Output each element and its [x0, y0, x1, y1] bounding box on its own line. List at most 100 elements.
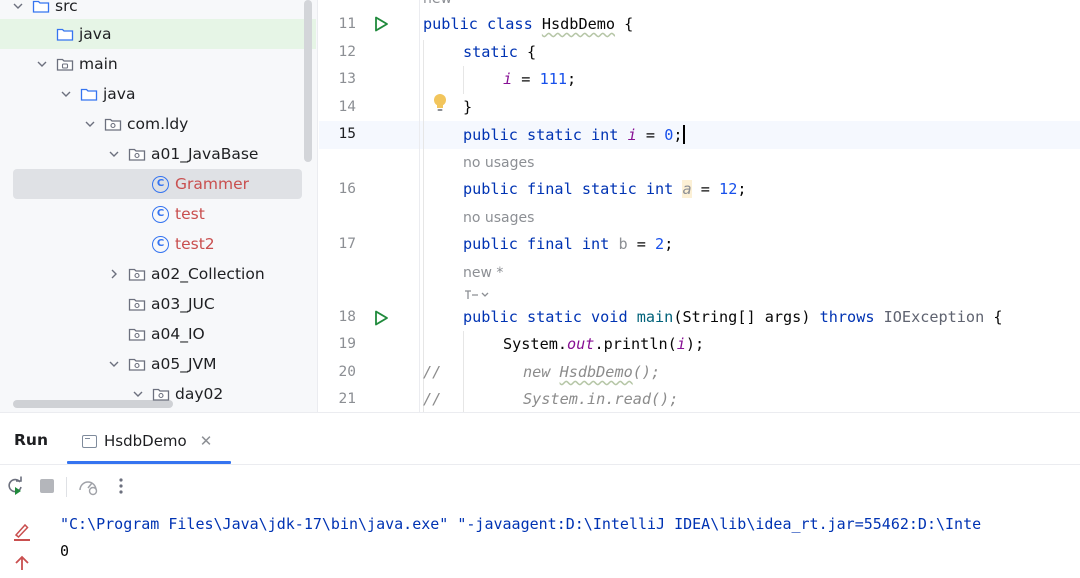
line-number: 21 — [338, 391, 356, 407]
inlay-hint-no-usages[interactable]: no usages — [463, 155, 534, 171]
more-vertical-icon — [119, 478, 123, 494]
run-tab-hsdbdemo[interactable]: HsdbDemo ✕ — [82, 429, 212, 453]
tree-item-label: java — [103, 85, 136, 103]
tree-item-test[interactable]: C test — [0, 199, 316, 229]
close-icon[interactable]: ✕ — [200, 432, 213, 450]
tree-item-a01-javabase[interactable]: a01_JavaBase — [0, 139, 316, 169]
run-config-icon — [82, 434, 97, 448]
inlay-hint-new-star[interactable]: new * — [463, 265, 503, 281]
more-options-button[interactable] — [110, 475, 132, 497]
tree-item-label: a03_JUC — [151, 295, 215, 313]
tree-item-label: day02 — [175, 385, 224, 403]
soft-wrap-button[interactable] — [12, 521, 32, 541]
pencil-icon — [14, 523, 30, 541]
console-output-line[interactable]: 0 — [60, 542, 69, 560]
authors-hint-icon[interactable] — [463, 287, 491, 303]
code-editor[interactable]: 11 12 13 14 15 16 17 18 19 20 21 new no … — [319, 0, 1080, 412]
run-class-icon[interactable] — [373, 16, 389, 32]
toolbar-divider — [66, 477, 67, 497]
tree-item-label: a04_IO — [151, 325, 205, 343]
code-line-14[interactable]: } — [463, 98, 472, 116]
tree-item-com-ldy[interactable]: com.ldy — [0, 109, 316, 139]
code-line-15[interactable]: public static int i = 0; — [463, 125, 685, 144]
tree-item-label: a01_JavaBase — [151, 145, 259, 163]
tree-item-label: test — [175, 205, 205, 223]
chevron-down-icon[interactable] — [10, 0, 26, 14]
folder-module-icon — [56, 56, 74, 72]
inlay-hint-no-usages[interactable]: no usages — [463, 210, 534, 226]
code-line-20[interactable]: new HsdbDemo(); — [523, 363, 660, 381]
class-icon: C — [152, 235, 169, 253]
current-line-highlight — [319, 121, 1080, 149]
inlay-hint-new[interactable]: new — [423, 0, 452, 7]
code-line-13[interactable]: i = 111; — [503, 70, 576, 88]
tree-item-label: Grammer — [175, 175, 249, 193]
class-icon: C — [152, 205, 169, 223]
tree-item-java-test[interactable]: java — [0, 19, 316, 49]
line-number: 19 — [338, 336, 356, 352]
rerun-button[interactable] — [4, 475, 26, 497]
folder-blue-icon — [80, 86, 98, 102]
chevron-down-icon[interactable] — [130, 386, 146, 402]
class-icon: C — [152, 175, 169, 193]
tree-item-main[interactable]: main — [0, 49, 316, 79]
tree-item-a05-jvm[interactable]: a05_JVM — [0, 349, 316, 379]
chevron-down-icon[interactable] — [82, 116, 98, 132]
package-icon — [104, 116, 122, 132]
tree-item-java-main[interactable]: java — [0, 79, 316, 109]
chevron-down-icon[interactable] — [106, 146, 122, 162]
line-number: 16 — [338, 181, 356, 197]
gutter-divider — [419, 0, 420, 412]
attach-profiler-button[interactable] — [77, 475, 99, 497]
run-tab-label: HsdbDemo — [104, 432, 187, 450]
tree-vertical-scrollbar[interactable] — [304, 0, 312, 162]
code-line-16[interactable]: public final static int a = 12; — [463, 180, 747, 198]
package-icon — [128, 266, 146, 282]
line-number: 13 — [338, 71, 356, 87]
chevron-down-icon[interactable] — [58, 86, 74, 102]
tree-item-label: java — [79, 25, 112, 43]
code-line-21[interactable]: System.in.read(); — [523, 390, 678, 408]
indent-guide — [463, 66, 464, 94]
code-line-12[interactable]: static { — [463, 43, 536, 61]
run-panel-title[interactable]: Run — [14, 431, 48, 449]
scroll-up-button[interactable] — [12, 553, 32, 573]
code-line-18[interactable]: public static void main(String[] args) t… — [463, 308, 1003, 326]
code-line-11[interactable]: public class HsdbDemo { — [423, 15, 633, 33]
tree-item-a02-collection[interactable]: a02_Collection — [0, 259, 316, 289]
profiler-icon — [79, 481, 98, 496]
tree-item-label: main — [79, 55, 118, 73]
run-main-icon[interactable] — [373, 310, 389, 326]
folder-blue-icon — [56, 26, 74, 42]
indent-guide — [463, 331, 464, 412]
chevron-down-icon[interactable] — [34, 56, 50, 72]
tree-item-a03-juc[interactable]: a03_JUC — [0, 289, 316, 319]
folder-blue-icon — [32, 0, 50, 14]
line-number-current: 15 — [338, 126, 356, 142]
package-icon — [128, 146, 146, 162]
tree-item-grammer[interactable]: C Grammer — [0, 169, 316, 199]
indent-guide — [423, 40, 424, 412]
code-line-20-comment-marker[interactable]: // — [423, 363, 441, 381]
chevron-down-icon[interactable] — [106, 356, 122, 372]
tree-item-label: com.ldy — [127, 115, 189, 133]
line-number: 18 — [338, 309, 356, 325]
line-number: 12 — [338, 44, 356, 60]
tree-item-a04-io[interactable]: a04_IO — [0, 319, 316, 349]
code-line-19[interactable]: System.out.println(i); — [503, 335, 704, 353]
stop-button[interactable] — [36, 475, 58, 497]
code-line-21-comment-marker[interactable]: // — [423, 390, 441, 408]
tree-horizontal-scrollbar[interactable] — [13, 400, 173, 408]
text-caret — [682, 125, 685, 144]
arrow-up-icon — [15, 555, 29, 570]
line-number: 14 — [338, 99, 356, 115]
code-line-17[interactable]: public final int b = 2; — [463, 235, 673, 253]
package-icon — [128, 326, 146, 342]
chevron-right-icon[interactable] — [106, 266, 122, 282]
tree-item-src[interactable]: src — [0, 0, 316, 21]
console-command-line[interactable]: "C:\Program Files\Java\jdk-17\bin\java.e… — [60, 515, 981, 533]
rerun-icon — [8, 476, 22, 495]
lightbulb-icon[interactable] — [432, 93, 448, 113]
tree-item-test2[interactable]: C test2 — [0, 229, 316, 259]
toolbar-separator — [0, 464, 1080, 465]
